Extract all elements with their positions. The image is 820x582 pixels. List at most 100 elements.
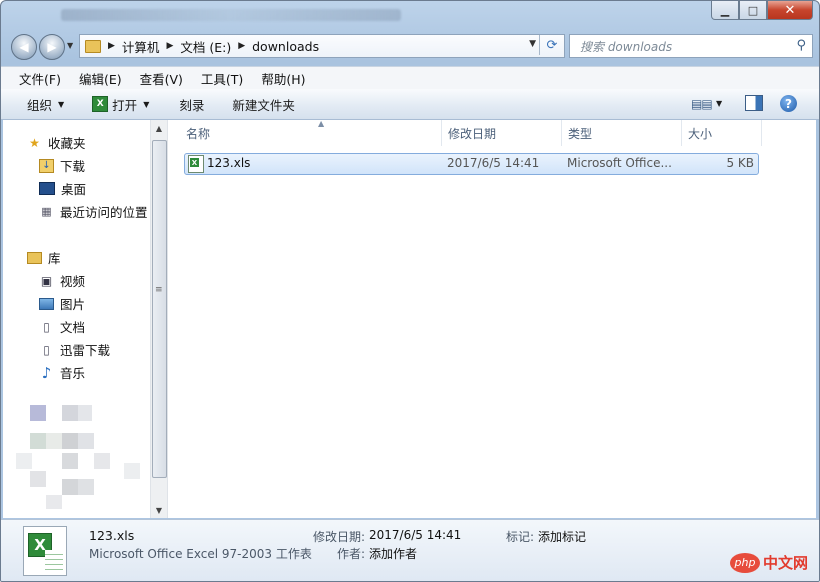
details-author-value[interactable]: 添加作者 xyxy=(369,545,417,562)
excel-icon: X xyxy=(92,96,109,112)
open-label: 打开 xyxy=(112,97,138,113)
breadcrumb-downloads[interactable]: downloads xyxy=(252,39,319,54)
nav-item-desktop[interactable]: 桌面 xyxy=(39,179,86,198)
video-icon: ▣ xyxy=(40,273,53,288)
menu-tools[interactable]: 工具(T) xyxy=(201,69,243,88)
column-header-size[interactable]: 大小 xyxy=(682,120,762,146)
address-dropdown-icon[interactable]: ▼ xyxy=(529,39,536,49)
details-modified-value: 2017/6/5 14:41 xyxy=(369,528,462,542)
nav-item-music[interactable]: ♪ 音乐 xyxy=(39,363,85,382)
file-name[interactable]: 123.xls xyxy=(207,156,250,170)
grip-icon: ≡ xyxy=(155,285,163,295)
explorer-window: ▁ □ ✕ ◀ ▶ ▼ ▶ 计算机 ▶ 文档 (E:) ▶ downloads … xyxy=(0,0,820,582)
organize-label: 组织 xyxy=(27,97,53,113)
command-bar: 组织 ▼ X 打开 ▼ 刻录 新建文件夹 ▤▤ ▼ ? xyxy=(1,89,819,120)
pixelated-region xyxy=(4,383,149,513)
nav-item-label: 下载 xyxy=(60,159,86,174)
music-note-icon: ♪ xyxy=(41,363,52,382)
document-icon: ▯ xyxy=(43,342,50,357)
file-type: Microsoft Office... xyxy=(567,156,672,170)
file-row-selected[interactable]: X 123.xls 2017/6/5 14:41 Microsoft Offic… xyxy=(184,153,759,175)
refresh-button[interactable]: ⟳ xyxy=(539,35,564,55)
new-folder-label: 新建文件夹 xyxy=(232,97,295,113)
minimize-button[interactable]: ▁ xyxy=(711,1,739,20)
forward-button[interactable]: ▶ xyxy=(39,34,65,60)
organize-button[interactable]: 组织 ▼ xyxy=(27,95,64,114)
watermark-badge: php xyxy=(730,552,760,573)
nav-item-label: 迅雷下载 xyxy=(60,343,111,358)
details-modified-label: 修改日期: xyxy=(313,530,366,544)
view-options-icon[interactable]: ▤▤ xyxy=(691,97,713,111)
burn-button[interactable]: 刻录 xyxy=(179,95,204,114)
details-file-name: 123.xls xyxy=(89,528,135,543)
library-icon xyxy=(27,251,42,264)
search-icon[interactable]: ⚲ xyxy=(796,38,806,53)
close-button[interactable]: ✕ xyxy=(767,1,813,20)
title-bar[interactable]: ▁ □ ✕ xyxy=(1,1,819,29)
scroll-down-icon[interactable]: ▼ xyxy=(151,502,167,518)
blurred-title xyxy=(61,9,401,21)
breadcrumb-separator-icon[interactable]: ▶ xyxy=(166,41,173,51)
column-header-name[interactable]: 名称 ▲ xyxy=(180,119,442,146)
nav-item-label: 视频 xyxy=(60,274,86,289)
nav-scrollbar[interactable]: ▲ ≡ ▼ xyxy=(150,120,167,518)
recent-places-icon: ▦ xyxy=(41,205,52,218)
nav-item-label: 桌面 xyxy=(61,182,87,197)
back-button[interactable]: ◀ xyxy=(11,34,37,60)
maximize-button[interactable]: □ xyxy=(739,1,767,20)
menu-bar: 文件(F) 编辑(E) 查看(V) 工具(T) 帮助(H) xyxy=(1,66,819,89)
recent-pages-chevron-icon[interactable]: ▼ xyxy=(67,41,73,50)
details-file-type: Microsoft Office Excel 97-2003 工作表 xyxy=(89,547,312,561)
nav-libraries[interactable]: 库 xyxy=(27,248,61,267)
column-header-modified[interactable]: 修改日期 xyxy=(442,120,562,146)
nav-favorites[interactable]: ★ 收藏夹 xyxy=(27,133,85,152)
details-tags-value[interactable]: 添加标记 xyxy=(538,528,586,545)
watermark-text: 中文网 xyxy=(763,554,809,572)
watermark-logo: php 中文网 xyxy=(730,552,808,573)
help-icon[interactable]: ? xyxy=(780,95,797,112)
pictures-icon xyxy=(39,297,54,310)
menu-help[interactable]: 帮助(H) xyxy=(261,69,305,88)
scroll-thumb[interactable] xyxy=(152,140,167,478)
breadcrumb-computer[interactable]: 计算机 xyxy=(122,37,160,56)
menu-view[interactable]: 查看(V) xyxy=(140,69,183,88)
address-bar[interactable]: ▶ 计算机 ▶ 文档 (E:) ▶ downloads ▼ ⟳ xyxy=(79,34,565,58)
nav-item-pictures[interactable]: 图片 xyxy=(39,294,85,313)
nav-item-documents[interactable]: ▯ 文档 xyxy=(39,317,85,336)
nav-item-label: 最近访问的位置 xyxy=(60,205,148,220)
column-header-modified-label: 修改日期 xyxy=(448,126,497,141)
file-modified: 2017/6/5 14:41 xyxy=(447,156,540,170)
scroll-up-icon[interactable]: ▲ xyxy=(151,120,167,136)
breadcrumb-separator-icon[interactable]: ▶ xyxy=(108,41,115,51)
column-header-type-label: 类型 xyxy=(568,126,593,141)
open-button[interactable]: X 打开 ▼ xyxy=(92,95,149,114)
nav-item-videos[interactable]: ▣ 视频 xyxy=(39,271,85,290)
file-list-pane: 名称 ▲ 修改日期 类型 大小 X 123.xls 2017/6/5 14:41… xyxy=(167,119,816,518)
excel-file-icon: X xyxy=(188,155,204,173)
new-folder-button[interactable]: 新建文件夹 xyxy=(232,95,295,114)
column-header-type[interactable]: 类型 xyxy=(562,120,682,146)
chevron-down-icon: ▼ xyxy=(143,99,150,109)
column-header-size-label: 大小 xyxy=(688,126,713,141)
chevron-down-icon: ▼ xyxy=(58,99,65,109)
star-icon: ★ xyxy=(29,135,40,150)
search-placeholder[interactable]: 搜索 downloads xyxy=(580,38,672,55)
breadcrumb-drive-e[interactable]: 文档 (E:) xyxy=(180,37,231,56)
breadcrumb-separator-icon[interactable]: ▶ xyxy=(238,41,245,51)
folder-icon xyxy=(85,39,101,53)
menu-edit[interactable]: 编辑(E) xyxy=(79,69,122,88)
nav-item-label: 图片 xyxy=(60,297,86,312)
desktop-icon xyxy=(39,182,55,195)
column-header-name-label: 名称 xyxy=(186,126,211,141)
chevron-down-icon[interactable]: ▼ xyxy=(716,99,722,108)
search-box[interactable]: 搜索 downloads ⚲ xyxy=(569,34,813,58)
nav-libraries-label: 库 xyxy=(48,251,61,266)
nav-item-recent-places[interactable]: ▦ 最近访问的位置 xyxy=(39,202,148,221)
details-author-label: 作者: xyxy=(337,547,366,561)
menu-file[interactable]: 文件(F) xyxy=(19,69,61,88)
nav-item-xunlei-downloads[interactable]: ▯ 迅雷下载 xyxy=(39,340,110,359)
download-folder-icon: ↓ xyxy=(39,158,54,173)
address-row: ◀ ▶ ▼ ▶ 计算机 ▶ 文档 (E:) ▶ downloads ▼ ⟳ 搜索… xyxy=(1,31,819,61)
preview-pane-icon[interactable] xyxy=(745,95,763,111)
nav-item-downloads[interactable]: ↓ 下载 xyxy=(39,156,85,175)
